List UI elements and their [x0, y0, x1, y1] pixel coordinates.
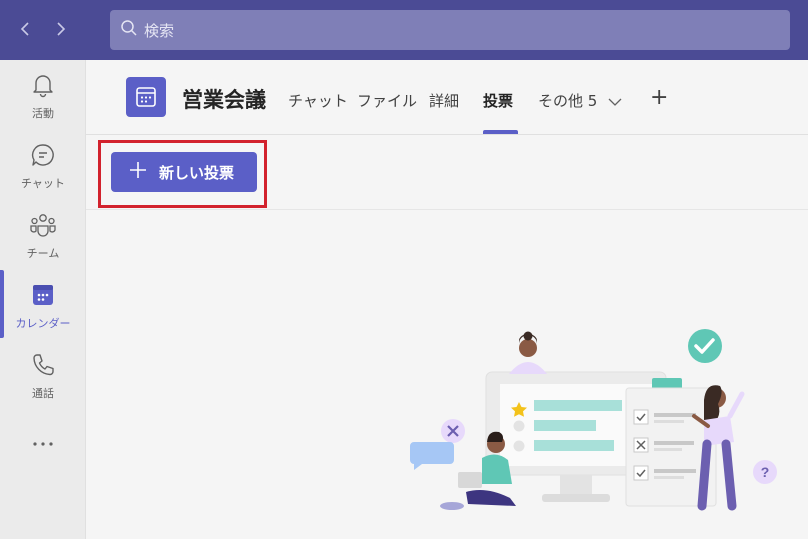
rail-label-calls: 通話: [32, 387, 54, 400]
more-apps-button[interactable]: [0, 434, 86, 458]
top-bar: 検索: [0, 0, 808, 60]
new-poll-button[interactable]: 新しい投票: [111, 152, 257, 192]
active-tab-indicator: [483, 130, 518, 134]
bell-icon: [31, 72, 55, 102]
phone-icon: [31, 352, 55, 382]
tab-details[interactable]: 詳細: [429, 90, 459, 111]
rail-item-calls[interactable]: 通話: [0, 352, 86, 412]
chevron-left-icon[interactable]: [14, 18, 36, 40]
rail-label-activity: 活動: [32, 107, 54, 120]
rail-item-activity[interactable]: 活動: [0, 72, 86, 132]
search-input[interactable]: 検索: [110, 10, 790, 50]
teams-icon: [29, 212, 57, 242]
search-placeholder: 検索: [144, 21, 175, 40]
new-poll-label: 新しい投票: [159, 163, 235, 182]
tab-polls[interactable]: 投票: [483, 90, 513, 111]
ellipsis-icon: [31, 434, 55, 453]
chevron-right-icon[interactable]: [50, 18, 72, 40]
rail-label-chat: チャット: [21, 177, 65, 190]
chevron-down-icon: [608, 93, 622, 111]
rail-item-chat[interactable]: チャット: [0, 142, 86, 202]
app-rail: 活動 チャット チーム カレンダー 通話: [0, 60, 86, 539]
rail-item-teams[interactable]: チーム: [0, 212, 86, 272]
tab-chat[interactable]: チャット: [288, 90, 348, 111]
poll-toolbar: 新しい投票: [86, 135, 808, 210]
tab-more-label: その他 5: [538, 92, 598, 110]
empty-state-illustration: ?: [410, 329, 777, 511]
calendar-icon: [30, 282, 56, 312]
add-tab-button[interactable]: +: [650, 85, 668, 110]
channel-header: 営業会議 チャット ファイル 詳細 投票 その他 5 +: [86, 60, 808, 135]
channel-title: 営業会議: [182, 88, 266, 112]
chat-icon: [30, 142, 56, 172]
svg-text:?: ?: [761, 464, 770, 480]
poll-content-area: ?: [86, 210, 808, 539]
rail-label-calendar: カレンダー: [15, 317, 71, 330]
tab-more[interactable]: その他 5: [538, 90, 622, 111]
rail-label-teams: チーム: [26, 247, 60, 260]
plus-icon: [129, 161, 147, 183]
channel-calendar-icon: [126, 77, 166, 117]
rail-item-calendar[interactable]: カレンダー: [0, 282, 86, 342]
search-icon: [120, 19, 138, 41]
tab-files[interactable]: ファイル: [357, 90, 417, 111]
